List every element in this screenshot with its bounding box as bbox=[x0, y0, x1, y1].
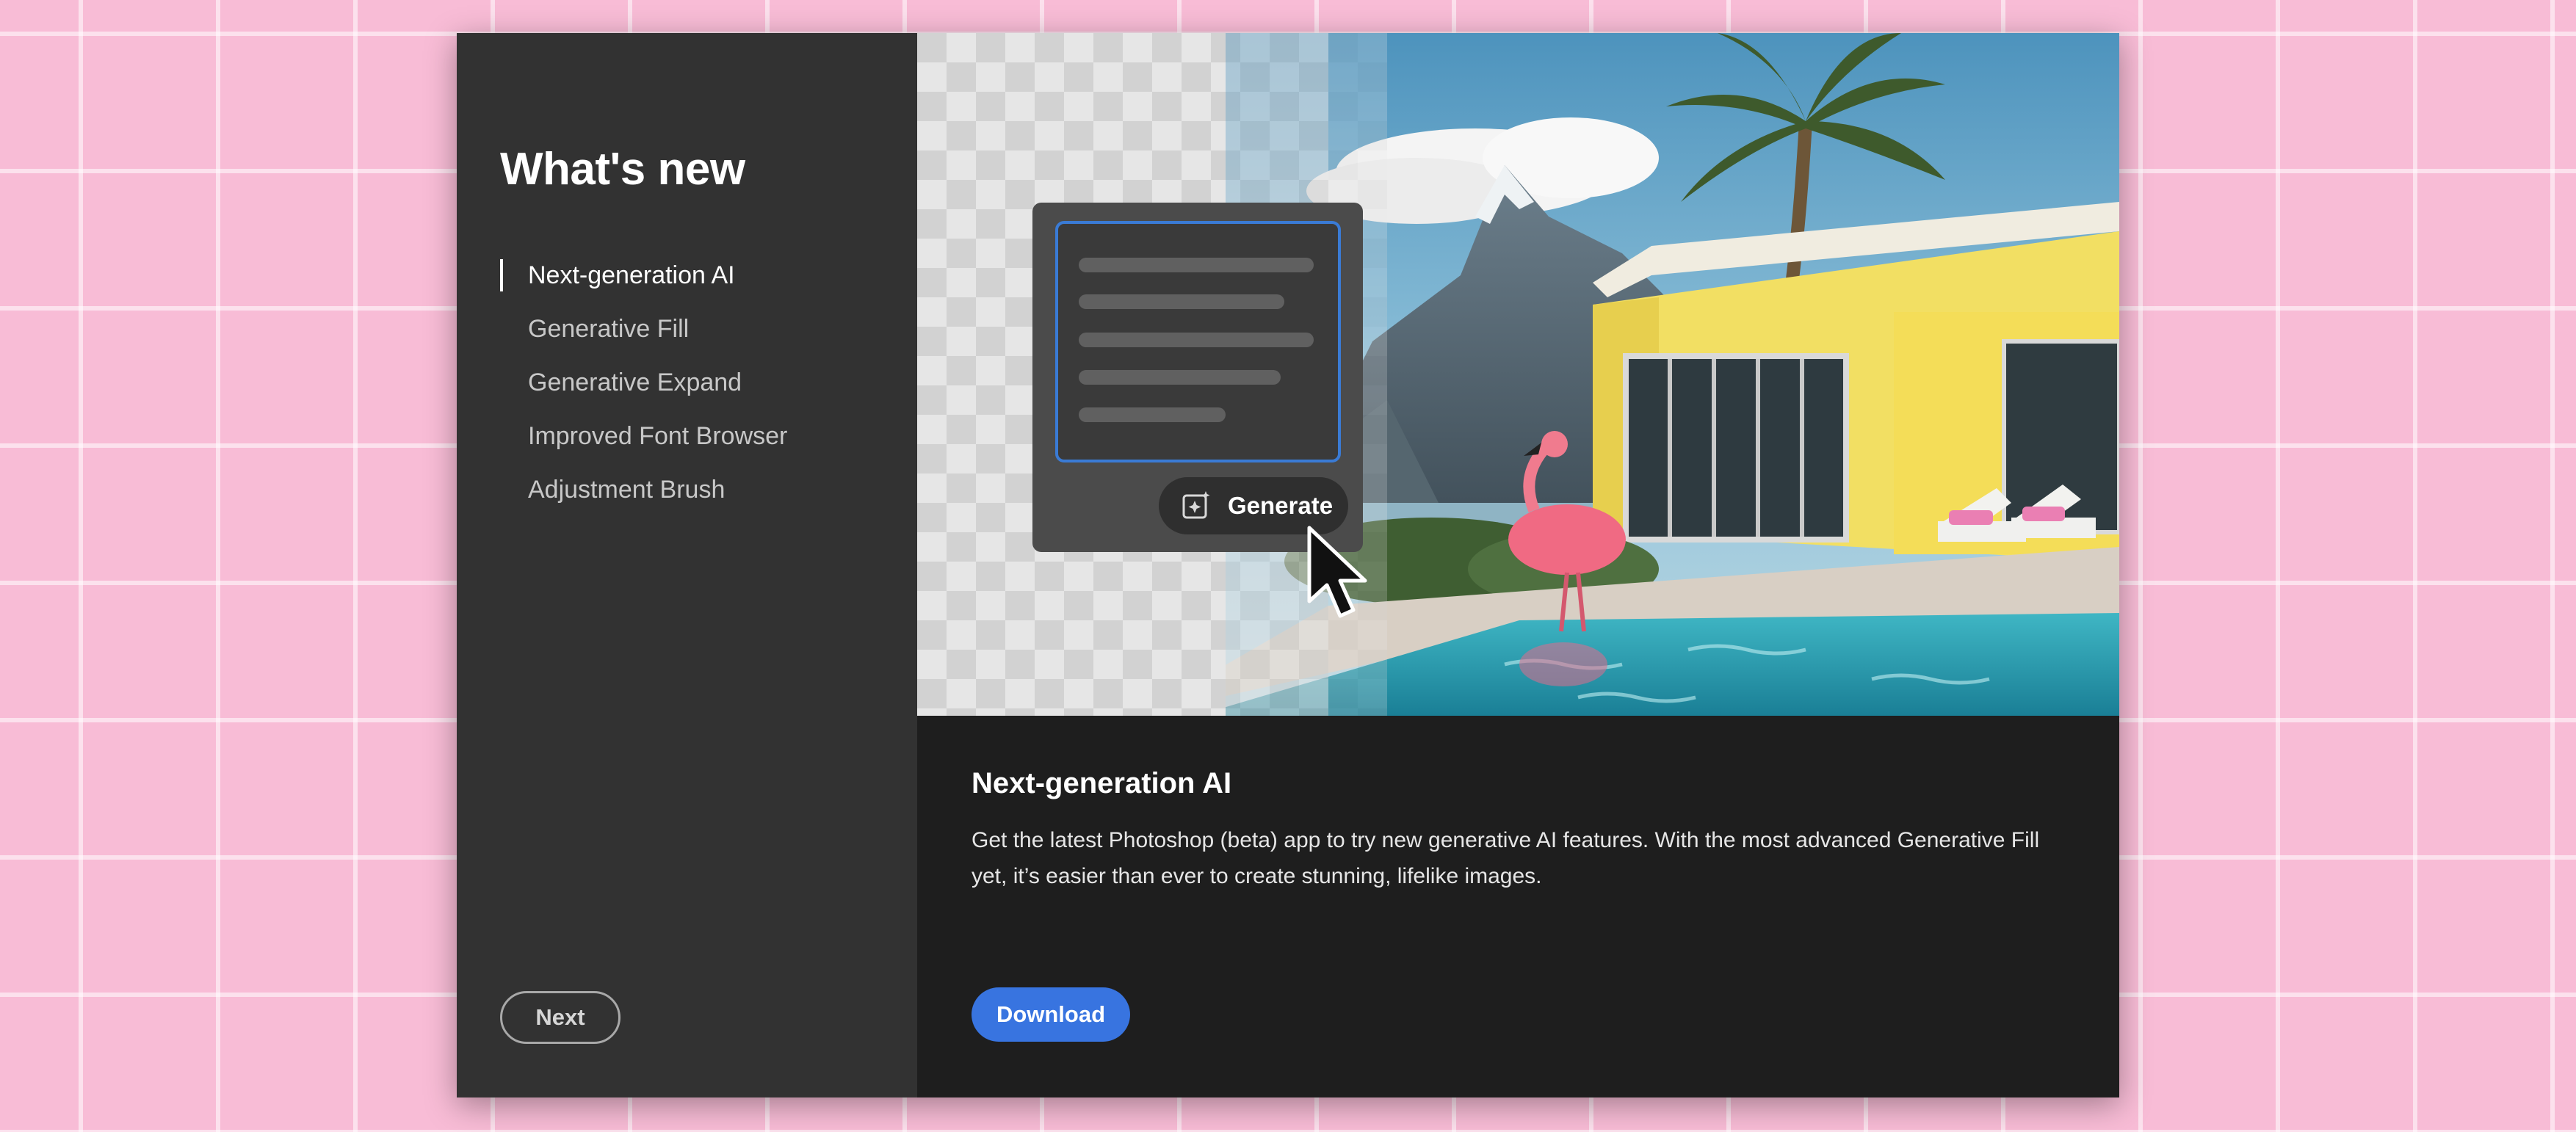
dialog-title: What's new bbox=[500, 144, 745, 195]
nav-item-improved-font-browser[interactable]: Improved Font Browser bbox=[500, 414, 787, 468]
hero-illustration: Generate bbox=[917, 33, 2119, 716]
feature-nav: Next-generation AI Generative Fill Gener… bbox=[500, 253, 787, 521]
feature-heading: Next-generation AI bbox=[972, 767, 1232, 799]
nav-item-next-generation-ai[interactable]: Next-generation AI bbox=[500, 253, 787, 307]
main-panel: Generate Next-generation AI Get the late… bbox=[917, 33, 2119, 1097]
mouse-pointer-icon bbox=[1305, 525, 1371, 620]
feature-details: Next-generation AI Get the latest Photos… bbox=[972, 767, 2075, 894]
sidebar: What's new Next-generation AI Generative… bbox=[457, 33, 917, 1097]
generate-sparkle-icon bbox=[1181, 490, 1213, 522]
nav-item-generative-fill[interactable]: Generative Fill bbox=[500, 307, 787, 360]
nav-item-adjustment-brush[interactable]: Adjustment Brush bbox=[500, 468, 787, 521]
generate-button-label: Generate bbox=[1228, 492, 1334, 519]
download-button[interactable]: Download bbox=[972, 987, 1130, 1042]
whats-new-dialog: What's new Next-generation AI Generative… bbox=[457, 33, 2119, 1097]
nav-item-generative-expand[interactable]: Generative Expand bbox=[500, 360, 787, 414]
feature-description: Get the latest Photoshop (beta) app to t… bbox=[972, 828, 2040, 888]
next-button[interactable]: Next bbox=[500, 991, 621, 1044]
